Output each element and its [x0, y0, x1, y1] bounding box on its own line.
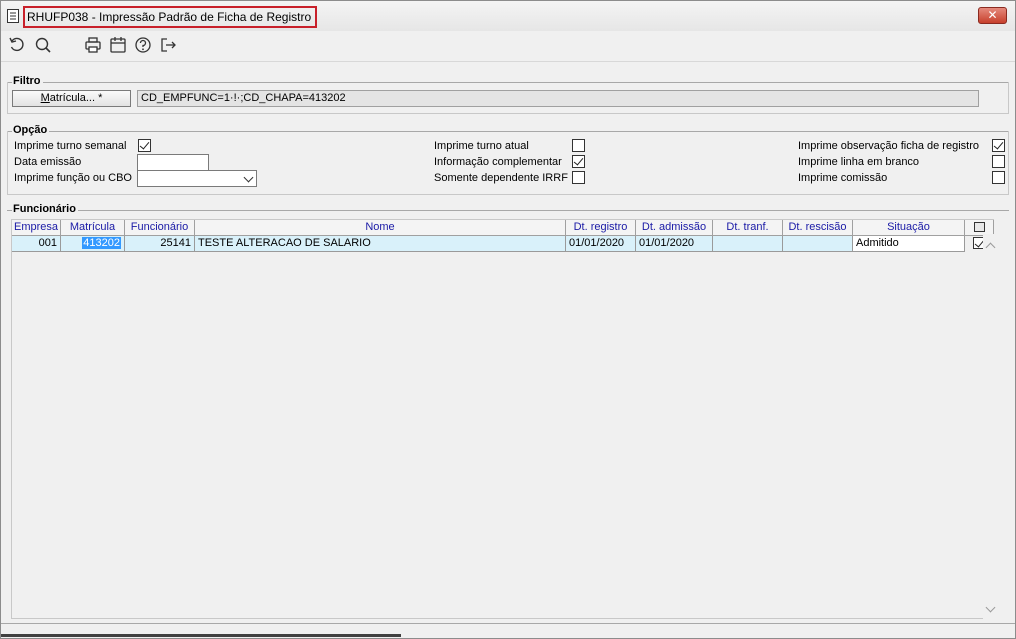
imprime-comissao-label: Imprime comissão [798, 172, 888, 184]
cell-dt-tranf[interactable] [713, 236, 783, 252]
informacao-complementar-label: Informação complementar [434, 156, 562, 168]
data-emissao-input[interactable] [137, 154, 209, 171]
filter-expression-field[interactable]: CD_EMPFUNC=1·!·;CD_CHAPA=413202 [137, 90, 979, 107]
cell-matricula[interactable]: 413202 [61, 236, 125, 252]
funcionario-grid: Empresa Matrícula Funcionário Nome Dt. r… [11, 219, 994, 619]
bottom-separator [1, 623, 1015, 624]
refresh-icon[interactable] [8, 36, 26, 54]
imprime-turno-atual-label: Imprime turno atual [434, 140, 529, 152]
chevron-down-icon [243, 172, 254, 183]
col-header-empresa[interactable]: Empresa [12, 220, 61, 236]
imprime-funcao-cbo-select[interactable] [137, 170, 257, 187]
funcionario-group-label: Funcionário [12, 203, 78, 215]
toolbar [1, 32, 1015, 60]
scroll-up-icon[interactable] [985, 242, 996, 253]
cell-empresa[interactable]: 001 [12, 236, 61, 252]
imprime-funcao-cbo-label: Imprime função ou CBO [14, 172, 132, 184]
somente-dependente-irrf-checkbox[interactable] [572, 171, 585, 184]
cell-dt-rescisao[interactable] [783, 236, 853, 252]
exit-icon[interactable] [159, 36, 177, 54]
help-icon[interactable] [134, 36, 152, 54]
matricula-button-label: atrícula... * [49, 92, 103, 104]
matricula-button-mnemonic: M [40, 92, 50, 104]
cell-matricula-value: 413202 [82, 237, 121, 249]
window-title-highlight: RHUFP038 - Impressão Padrão de Ficha de … [23, 6, 318, 28]
cell-funcionario[interactable]: 25141 [125, 236, 195, 252]
cell-dt-registro[interactable]: 01/01/2020 [566, 236, 636, 252]
col-header-dt-registro[interactable]: Dt. registro [566, 220, 636, 236]
imprime-turno-atual-checkbox[interactable] [572, 139, 585, 152]
calendar-icon[interactable] [109, 36, 127, 54]
somente-dependente-irrf-label: Somente dependente IRRF [434, 172, 568, 184]
data-emissao-label: Data emissão [14, 156, 82, 168]
cell-situacao[interactable]: Admitido [853, 236, 965, 252]
filtro-group-label: Filtro [12, 75, 43, 87]
imprime-turno-semanal-label: Imprime turno semanal [14, 140, 127, 152]
col-header-dt-tranf[interactable]: Dt. tranf. [713, 220, 783, 236]
title-bar: RHUFP038 - Impressão Padrão de Ficha de … [1, 1, 1015, 31]
toolbar-separator [1, 61, 1015, 62]
col-header-dt-rescisao[interactable]: Dt. rescisão [783, 220, 853, 236]
status-strip [1, 634, 401, 637]
imprime-observacao-checkbox[interactable] [992, 139, 1005, 152]
cell-nome[interactable]: TESTE ALTERACAO DE SALARIO [195, 236, 566, 252]
main-window: RHUFP038 - Impressão Padrão de Ficha de … [0, 0, 1016, 639]
select-all-checkbox[interactable] [973, 222, 985, 232]
imprime-linha-branco-label: Imprime linha em branco [798, 156, 920, 168]
scroll-down-icon[interactable] [985, 602, 996, 613]
imprime-comissao-checkbox[interactable] [992, 171, 1005, 184]
grid-vertical-scrollbar[interactable] [983, 234, 1000, 619]
funcionario-group-line [7, 210, 1009, 211]
print-icon[interactable] [84, 36, 102, 54]
matricula-filter-button[interactable]: Matrícula... * [12, 90, 131, 107]
cell-dt-admissao[interactable]: 01/01/2020 [636, 236, 713, 252]
col-header-situacao[interactable]: Situação [853, 220, 965, 236]
col-header-dt-admissao[interactable]: Dt. admissão [636, 220, 713, 236]
imprime-linha-branco-checkbox[interactable] [992, 155, 1005, 168]
imprime-observacao-label: Imprime observação ficha de registro [798, 140, 979, 152]
col-header-matricula[interactable]: Matrícula [61, 220, 125, 236]
opcao-group-label: Opção [12, 124, 50, 136]
col-header-funcionario[interactable]: Funcionário [125, 220, 195, 236]
informacao-complementar-checkbox[interactable] [572, 155, 585, 168]
col-header-nome[interactable]: Nome [195, 220, 566, 236]
document-icon [7, 9, 19, 23]
search-icon[interactable] [34, 36, 52, 54]
imprime-turno-semanal-checkbox[interactable] [138, 139, 151, 152]
window-title: RHUFP038 - Impressão Padrão de Ficha de … [27, 10, 312, 24]
close-button[interactable]: ✕ [978, 7, 1007, 24]
